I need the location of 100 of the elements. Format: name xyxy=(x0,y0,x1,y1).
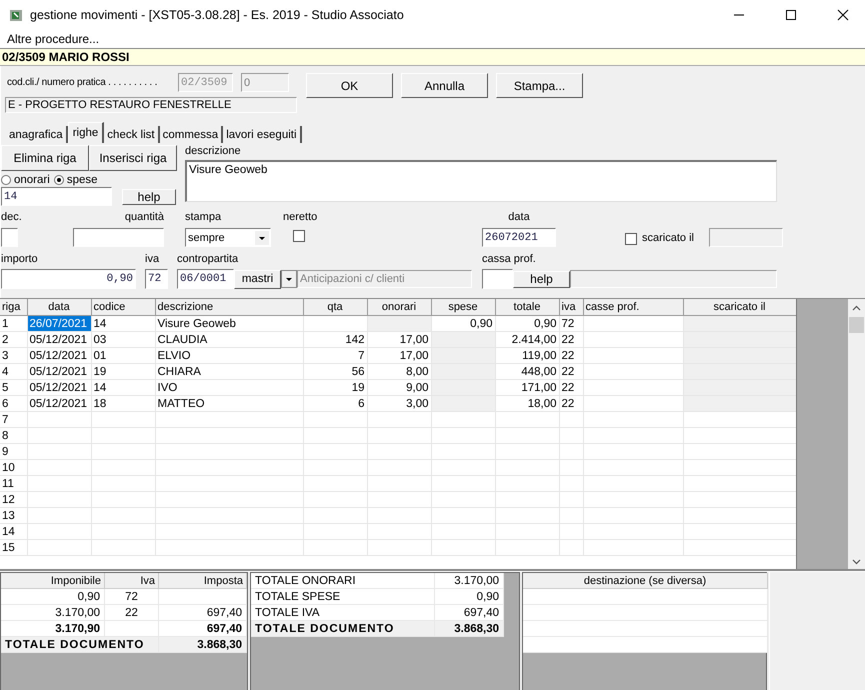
tab[interactable]: check list xyxy=(104,126,160,143)
code-field[interactable]: 14 xyxy=(1,187,112,206)
menu-item[interactable]: Altre procedure... xyxy=(7,32,100,46)
table-cell: CHIARA xyxy=(158,366,201,378)
scroll-down-icon[interactable] xyxy=(852,559,861,565)
row-button[interactable]: Elimina riga xyxy=(1,145,89,171)
vat-field[interactable]: 72 xyxy=(145,269,168,289)
radio-option[interactable]: onorari xyxy=(1,174,50,186)
dec-field[interactable] xyxy=(1,228,18,247)
table-cell: 22 xyxy=(125,606,138,618)
table-cell: 26/07/2021 xyxy=(30,318,88,330)
field-label: scaricato il xyxy=(642,232,694,244)
table-cell: 0,90 xyxy=(78,590,100,602)
table-cell: 17,00 xyxy=(400,334,428,346)
row-number: 14 xyxy=(2,526,15,538)
total-value: 697,40 xyxy=(464,606,499,618)
column-header: Iva xyxy=(104,573,158,588)
fund-field[interactable] xyxy=(482,269,513,289)
column-header[interactable]: scaricato il xyxy=(683,299,796,316)
row-number: 11 xyxy=(2,478,14,490)
total-value: 0,90 xyxy=(476,590,499,602)
table-cell: 22 xyxy=(562,334,574,346)
table-cell: 119,00 xyxy=(522,350,556,362)
downloaded-checkbox[interactable] xyxy=(625,232,637,244)
table-cell: 05/12/2021 xyxy=(30,350,88,362)
table-cell: 1 xyxy=(2,318,8,330)
total-label: TOTALE DOCUMENTO xyxy=(5,638,144,650)
print-dropdown[interactable]: sempre xyxy=(185,228,271,247)
radio-icon[interactable] xyxy=(1,174,11,184)
column-header[interactable]: riga xyxy=(0,299,27,316)
tab[interactable]: commessa xyxy=(160,126,224,143)
tab[interactable]: lavori eseguiti xyxy=(223,126,302,143)
field-label: data xyxy=(507,211,531,225)
column-header[interactable]: descrizione xyxy=(155,299,303,316)
field-label: quantità xyxy=(124,211,164,225)
help-button[interactable]: help xyxy=(513,270,570,288)
column-header[interactable]: onorari xyxy=(367,299,431,316)
column-header[interactable]: spese xyxy=(431,299,495,316)
row-number: 10 xyxy=(2,462,15,474)
quantity-field[interactable] xyxy=(73,228,164,247)
description-field[interactable]: Visure Geoweb xyxy=(185,160,777,202)
date-field[interactable]: 26072021 xyxy=(482,228,556,247)
practice-description-field: E - PROGETTO RESTAURO FENESTRELLE xyxy=(5,97,297,113)
table-cell: 72 xyxy=(125,590,138,602)
table-cell: 2.414,00 xyxy=(512,334,556,346)
radio-option[interactable]: spese xyxy=(54,174,98,186)
column-header[interactable]: totale xyxy=(495,299,559,316)
table-cell: 18 xyxy=(94,398,106,410)
account-field[interactable]: 06/0001 xyxy=(177,269,234,289)
scroll-thumb[interactable] xyxy=(849,317,864,333)
maximize-icon[interactable] xyxy=(785,9,797,21)
table-cell: 6 xyxy=(358,398,364,410)
row-number: 9 xyxy=(2,446,8,458)
field-label: cod.cli./ numero pratica . . . . . . . . . . xyxy=(6,77,158,88)
table-cell: 05/12/2021 xyxy=(30,382,88,394)
table-cell: 19 xyxy=(94,366,106,378)
tab[interactable]: righe xyxy=(68,122,104,143)
amount-field[interactable]: 0,90 xyxy=(1,269,136,289)
column-header[interactable]: codice xyxy=(91,299,155,316)
column-header[interactable]: iva xyxy=(559,299,583,316)
table-cell: 6 xyxy=(2,398,8,410)
field-label: stampa xyxy=(185,211,222,225)
column-header[interactable]: qta xyxy=(303,299,367,316)
table-cell: 22 xyxy=(562,382,574,394)
table-cell: 01 xyxy=(94,350,106,362)
total-label: TOTALE SPESE xyxy=(255,590,340,602)
total-label: TOTALE IVA xyxy=(255,606,320,618)
field-label: cassa prof. xyxy=(482,253,537,267)
table-cell: 0,90 xyxy=(470,318,492,330)
table-cell: 8,00 xyxy=(406,366,428,378)
table-cell: 0,90 xyxy=(534,318,556,330)
column-header[interactable]: casse prof. xyxy=(583,299,683,316)
table-cell: 56 xyxy=(352,366,364,378)
table-cell: 142 xyxy=(345,334,364,346)
dialog-button[interactable]: Stampa... xyxy=(496,73,583,98)
row-number: 8 xyxy=(2,430,8,442)
radio-icon[interactable] xyxy=(54,174,64,184)
table-cell: 9,00 xyxy=(406,382,428,394)
scroll-up-icon[interactable] xyxy=(852,305,861,311)
table-cell: 4 xyxy=(2,366,8,378)
table-cell: 5 xyxy=(2,382,8,394)
column-header[interactable]: data xyxy=(27,299,91,316)
table-cell: 22 xyxy=(562,366,574,378)
table-cell: 05/12/2021 xyxy=(30,366,88,378)
dialog-button[interactable]: Annulla xyxy=(401,73,488,98)
bold-checkbox[interactable] xyxy=(293,230,305,242)
column-header: destinazione (se diversa) xyxy=(523,573,768,588)
table-cell: 17,00 xyxy=(400,350,428,362)
table-cell: 18,00 xyxy=(528,398,556,410)
account-name-field: Anticipazioni c/ clienti xyxy=(297,270,472,288)
close-icon[interactable] xyxy=(837,9,849,21)
help-button[interactable]: help xyxy=(122,188,176,204)
dialog-button[interactable]: OK xyxy=(306,73,393,98)
table-cell: Visure Geoweb xyxy=(158,318,236,330)
row-number: 12 xyxy=(2,494,15,506)
table-cell: 697,40 xyxy=(206,622,242,634)
row-button[interactable]: Inserisci riga xyxy=(89,145,177,171)
account-type-dropdown[interactable]: mastri xyxy=(234,270,281,288)
table-cell: CLAUDIA xyxy=(158,334,208,346)
total-value: 3.868,30 xyxy=(197,638,242,650)
